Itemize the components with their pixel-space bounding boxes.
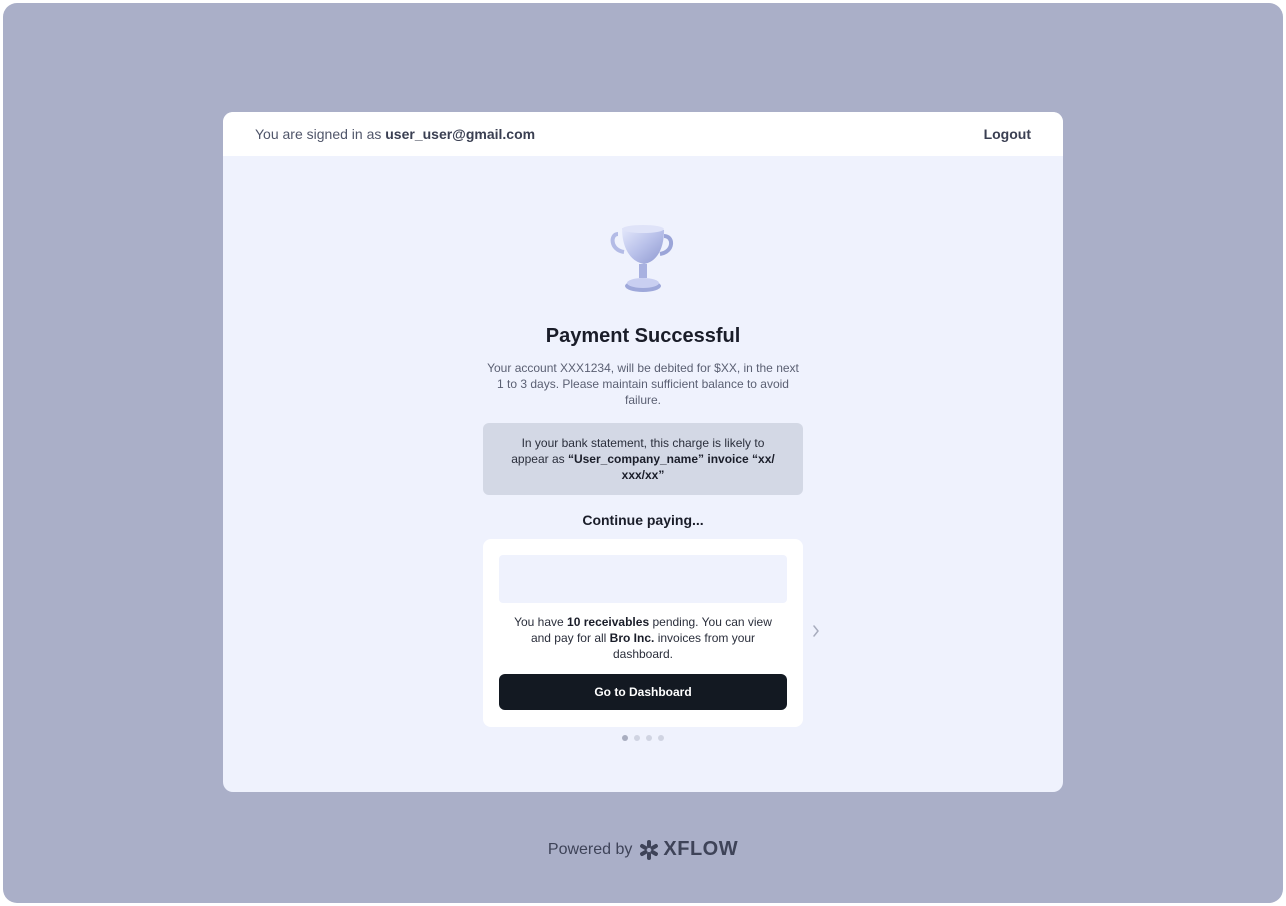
logout-link[interactable]: Logout — [984, 126, 1031, 142]
signed-in-label: You are signed in as — [255, 126, 382, 142]
page-background: You are signed in as user_user@gmail.com… — [3, 3, 1283, 903]
signed-in-info: You are signed in as user_user@gmail.com — [255, 126, 535, 142]
xflow-logo: XFLOW — [638, 838, 738, 861]
main-content: Payment Successful Your account XXX1234,… — [223, 156, 1063, 792]
page-title: Payment Successful — [545, 325, 741, 347]
user-email: user_user@gmail.com — [385, 126, 536, 142]
company-name: Bro Inc. — [609, 631, 655, 645]
powered-by-label: Powered by — [547, 840, 633, 858]
continue-heading: Continue paying... — [582, 512, 704, 528]
charge-name: “User_company_name” invoice “xx/ xxx/xx” — [567, 452, 775, 482]
payment-card: You are signed in as user_user@gmail.com… — [223, 112, 1063, 792]
receivables-text: You have 10 receivables pending. You can… — [499, 614, 787, 662]
xflow-logo-icon — [640, 839, 659, 860]
carousel-dot-4[interactable] — [658, 735, 664, 741]
go-to-dashboard-button[interactable]: Go to Dashboard — [499, 674, 787, 710]
carousel-dot-3[interactable] — [646, 735, 652, 741]
carousel-dot-2[interactable] — [634, 735, 640, 741]
image-placeholder — [499, 555, 787, 603]
carousel-pagination — [223, 735, 1063, 741]
xflow-brand: XFLOW — [663, 838, 739, 860]
chevron-right-icon[interactable] — [808, 623, 824, 639]
receivables-card: You have 10 receivables pending. You can… — [483, 539, 803, 727]
carousel-dot-1[interactable] — [622, 735, 628, 741]
trophy-icon — [610, 225, 673, 292]
payment-description: Your account XXX1234, will be debited fo… — [487, 361, 799, 407]
bank-statement-notice: In your bank statement, this charge is l… — [483, 423, 803, 495]
receivables-text-before: You have — [514, 615, 564, 629]
top-bar: You are signed in as user_user@gmail.com… — [223, 112, 1063, 156]
receivables-count: 10 receivables — [567, 615, 650, 629]
powered-by-footer: Powered by XFLOW — [0, 838, 1286, 861]
